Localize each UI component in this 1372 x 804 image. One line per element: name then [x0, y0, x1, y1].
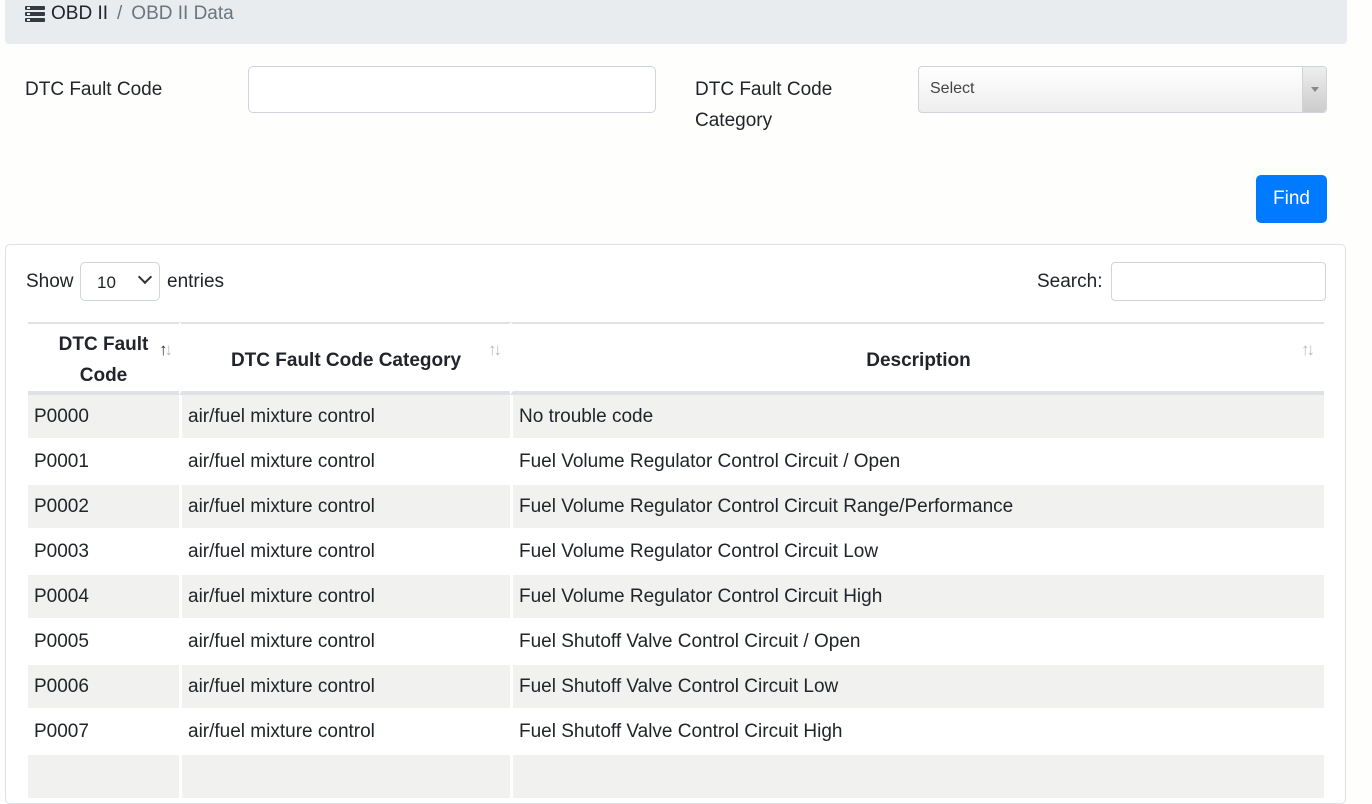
cell-code: P0004 — [28, 575, 179, 620]
breadcrumb-bar: OBD II / OBD II Data — [5, 0, 1347, 44]
cell-description: Fuel Shutoff Valve Control Circuit High — [510, 710, 1324, 755]
table-row: P0003 air/fuel mixture control Fuel Volu… — [28, 530, 1324, 575]
fault-code-input[interactable] — [248, 66, 656, 113]
search-label: Search: — [1037, 271, 1103, 292]
entries-select[interactable]: 10 — [80, 262, 160, 301]
table-search-input[interactable] — [1111, 262, 1326, 301]
cell-description: Fuel Volume Regulator Control Circuit / … — [510, 440, 1324, 485]
cell-description: No trouble code — [510, 395, 1324, 440]
breadcrumb-separator: / — [117, 3, 123, 24]
cell-code: P0002 — [28, 485, 179, 530]
cell-category: air/fuel mixture control — [179, 665, 510, 710]
cell-description: Fuel Volume Regulator Control Circuit Ra… — [510, 485, 1324, 530]
sort-ascending-icon: ↑↓ — [159, 340, 173, 359]
cell-category: air/fuel mixture control — [179, 485, 510, 530]
category-select-value: Select — [930, 80, 975, 97]
cell-category: air/fuel mixture control — [179, 620, 510, 665]
cell-code — [28, 755, 179, 800]
cell-category — [179, 755, 510, 800]
table-row: P0005 air/fuel mixture control Fuel Shut… — [28, 620, 1324, 665]
dropdown-arrow-icon[interactable] — [1302, 67, 1326, 112]
cell-code: P0000 — [28, 395, 179, 440]
sort-icon: ↑↓ — [488, 340, 502, 359]
table-row: P0006 air/fuel mixture control Fuel Shut… — [28, 665, 1324, 710]
cell-category: air/fuel mixture control — [179, 575, 510, 620]
table-row: P0001 air/fuel mixture control Fuel Volu… — [28, 440, 1324, 485]
sort-icon: ↑↓ — [1301, 340, 1315, 359]
cell-description: Fuel Volume Regulator Control Circuit Lo… — [510, 530, 1324, 575]
breadcrumb: OBD II / OBD II Data — [25, 3, 234, 25]
find-button[interactable]: Find — [1256, 175, 1327, 223]
table-row — [28, 755, 1324, 800]
show-label: Show — [26, 271, 74, 292]
cell-code: P0001 — [28, 440, 179, 485]
table-row: P0004 air/fuel mixture control Fuel Volu… — [28, 575, 1324, 620]
cell-code: P0006 — [28, 665, 179, 710]
entries-select-value: 10 — [97, 273, 116, 292]
cell-description: Fuel Shutoff Valve Control Circuit / Ope… — [510, 620, 1324, 665]
category-label-line2: Category — [695, 110, 773, 131]
table-row: P0002 air/fuel mixture control Fuel Volu… — [28, 485, 1324, 530]
entries-label: entries — [167, 271, 225, 292]
cell-category: air/fuel mixture control — [179, 395, 510, 440]
cell-description: Fuel Shutoff Valve Control Circuit Low — [510, 665, 1324, 710]
cell-category: air/fuel mixture control — [179, 530, 510, 575]
column-header-code-line1: DTC Fault — [58, 334, 149, 355]
cell-code: P0005 — [28, 620, 179, 665]
cell-description: Fuel Volume Regulator Control Circuit Hi… — [510, 575, 1324, 620]
cell-category: air/fuel mixture control — [179, 710, 510, 755]
column-header-code-line2: Code — [79, 365, 128, 386]
table-row: P0007 air/fuel mixture control Fuel Shut… — [28, 710, 1324, 755]
cell-code: P0003 — [28, 530, 179, 575]
fault-code-label: DTC Fault Code — [25, 79, 163, 100]
category-select[interactable]: Select — [918, 66, 1327, 113]
cell-description — [510, 755, 1324, 800]
column-header-description-label: Description — [866, 349, 971, 371]
category-label: DTC Fault Code Category — [695, 74, 832, 136]
server-icon — [25, 6, 45, 22]
breadcrumb-current: OBD II Data — [131, 3, 234, 24]
chevron-down-icon — [137, 269, 153, 285]
table-row: P0000 air/fuel mixture control No troubl… — [28, 395, 1324, 440]
cell-code: P0007 — [28, 710, 179, 755]
column-header-category[interactable]: DTC Fault Code Category ↑↓ — [179, 322, 510, 395]
column-header-code[interactable]: DTC Fault Code ↑↓ — [28, 322, 179, 395]
column-header-description[interactable]: Description ↑↓ — [510, 322, 1324, 395]
cell-category: air/fuel mixture control — [179, 440, 510, 485]
column-header-category-label: DTC Fault Code Category — [230, 349, 462, 371]
dtc-table: DTC Fault Code ↑↓ DTC Fault Code Categor… — [28, 322, 1324, 800]
category-label-line1: DTC Fault Code — [695, 79, 833, 100]
breadcrumb-home-link[interactable]: OBD II — [51, 3, 108, 25]
